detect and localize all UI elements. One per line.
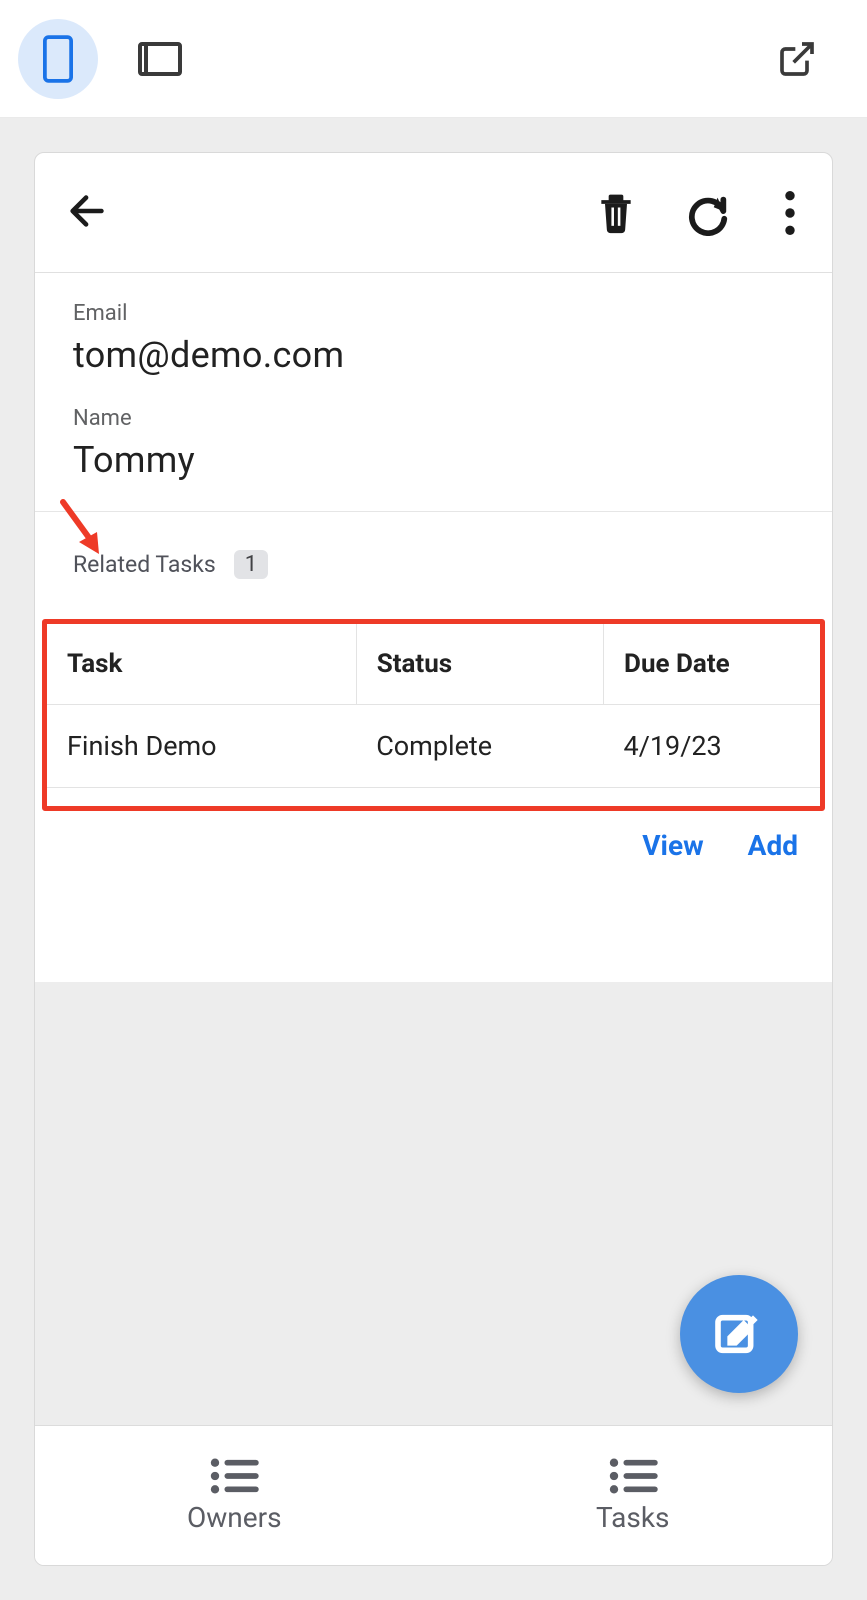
detail-fields: Email tom@demo.com Name Tommy [35,273,832,512]
delete-button[interactable] [592,189,640,237]
more-vert-icon [785,191,795,235]
table-row[interactable]: Finish Demo Complete 4/19/23 [47,705,820,788]
list-icon [608,1457,658,1495]
external-link-icon [777,39,817,79]
tablet-icon [138,42,182,76]
preview-workspace: Email tom@demo.com Name Tommy Related Ta… [0,118,867,1600]
back-button[interactable] [65,188,111,238]
related-actions: View Add [35,811,832,862]
cell-status: Complete [356,705,603,788]
arrow-left-icon [65,188,111,234]
name-label: Name [73,406,794,431]
nav-owners-label: Owners [187,1501,282,1534]
app-frame: Email tom@demo.com Name Tommy Related Ta… [34,152,833,1566]
col-task: Task [47,624,356,705]
nav-tasks[interactable]: Tasks [434,1426,833,1565]
edit-fab[interactable] [680,1275,798,1393]
email-value: tom@demo.com [73,334,794,376]
view-button[interactable]: View [642,829,703,862]
col-due-date: Due Date [604,624,820,705]
open-external-button[interactable] [777,39,817,79]
trash-icon [594,189,638,237]
phone-icon [43,35,73,83]
bottom-nav: Owners Tasks [35,1425,832,1565]
nav-owners[interactable]: Owners [35,1426,434,1565]
col-status: Status [356,624,603,705]
nav-tasks-label: Tasks [596,1501,670,1534]
related-count-badge: 1 [234,550,268,579]
edit-icon [711,1306,767,1362]
empty-area [35,982,832,1426]
add-button[interactable]: Add [748,829,798,862]
email-label: Email [73,301,794,326]
table-header-row: Task Status Due Date [47,624,820,705]
list-icon [209,1457,259,1495]
tablet-preview-button[interactable] [138,42,182,76]
app-header [35,153,832,273]
mobile-preview-button[interactable] [18,19,98,99]
related-tasks-table: Task Status Due Date Finish Demo Complet… [47,624,820,806]
preview-toolbar [0,0,867,118]
more-button[interactable] [776,189,804,237]
related-tasks-section: Related Tasks 1 Task Status Due Date [35,512,832,862]
name-value: Tommy [73,439,794,481]
cell-task: Finish Demo [47,705,356,788]
related-tasks-table-highlight: Task Status Due Date Finish Demo Complet… [42,619,825,811]
refresh-icon [685,190,731,236]
related-tasks-title: Related Tasks [73,551,216,578]
refresh-button[interactable] [684,189,732,237]
cell-due-date: 4/19/23 [604,705,820,788]
